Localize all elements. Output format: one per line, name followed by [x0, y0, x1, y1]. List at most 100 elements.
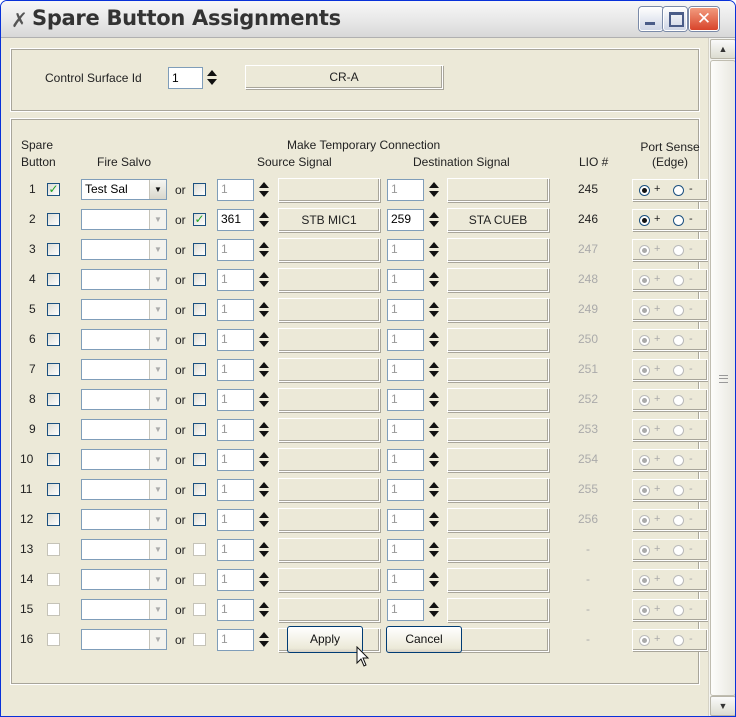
- salvo-checkbox[interactable]: [47, 243, 60, 256]
- sense-plus-radio[interactable]: [639, 635, 650, 646]
- source-spinner[interactable]: [256, 360, 273, 380]
- destination-id-input[interactable]: 1: [387, 449, 424, 471]
- sense-plus-radio[interactable]: [639, 185, 650, 196]
- destination-id-input[interactable]: 1: [387, 569, 424, 591]
- source-id-input[interactable]: 361: [217, 209, 254, 231]
- salvo-combo[interactable]: ▼: [81, 539, 167, 560]
- destination-id-input[interactable]: 1: [387, 179, 424, 201]
- source-spinner[interactable]: [256, 630, 273, 650]
- chevron-down-icon[interactable]: ▼: [149, 390, 166, 409]
- salvo-combo[interactable]: ▼: [81, 449, 167, 470]
- salvo-combo[interactable]: ▼: [81, 569, 167, 590]
- destination-id-input[interactable]: 1: [387, 299, 424, 321]
- scroll-down-icon[interactable]: ▼: [710, 696, 735, 716]
- destination-id-input[interactable]: 1: [387, 509, 424, 531]
- source-id-input[interactable]: 1: [217, 539, 254, 561]
- salvo-checkbox[interactable]: [47, 393, 60, 406]
- sense-minus-radio[interactable]: [673, 635, 684, 646]
- salvo-checkbox[interactable]: ✓: [47, 183, 60, 196]
- connection-checkbox[interactable]: [193, 333, 206, 346]
- destination-spinner[interactable]: [426, 180, 443, 200]
- destination-spinner[interactable]: [426, 570, 443, 590]
- sense-plus-radio[interactable]: [639, 425, 650, 436]
- apply-button[interactable]: Apply: [287, 626, 363, 653]
- sense-minus-radio[interactable]: [673, 545, 684, 556]
- sense-plus-radio[interactable]: [639, 545, 650, 556]
- sense-minus-radio[interactable]: [673, 365, 684, 376]
- source-id-input[interactable]: 1: [217, 569, 254, 591]
- source-spinner[interactable]: [256, 390, 273, 410]
- sense-minus-radio[interactable]: [673, 275, 684, 286]
- source-spinner[interactable]: [256, 210, 273, 230]
- source-id-input[interactable]: 1: [217, 389, 254, 411]
- sense-minus-radio[interactable]: [673, 395, 684, 406]
- sense-minus-radio[interactable]: [673, 335, 684, 346]
- chevron-down-icon[interactable]: ▼: [149, 420, 166, 439]
- source-id-input[interactable]: 1: [217, 449, 254, 471]
- sense-minus-radio[interactable]: [673, 455, 684, 466]
- destination-spinner[interactable]: [426, 390, 443, 410]
- sense-plus-radio[interactable]: [639, 335, 650, 346]
- salvo-checkbox[interactable]: [47, 513, 60, 526]
- destination-spinner[interactable]: [426, 540, 443, 560]
- source-spinner[interactable]: [256, 600, 273, 620]
- salvo-checkbox[interactable]: [47, 543, 60, 556]
- salvo-combo[interactable]: ▼: [81, 629, 167, 650]
- salvo-combo[interactable]: ▼: [81, 389, 167, 410]
- sense-plus-radio[interactable]: [639, 575, 650, 586]
- salvo-checkbox[interactable]: [47, 453, 60, 466]
- source-spinner[interactable]: [256, 480, 273, 500]
- source-spinner[interactable]: [256, 180, 273, 200]
- destination-spinner[interactable]: [426, 420, 443, 440]
- connection-checkbox[interactable]: [193, 303, 206, 316]
- chevron-down-icon[interactable]: ▼: [149, 360, 166, 379]
- chevron-down-icon[interactable]: ▼: [149, 270, 166, 289]
- connection-checkbox[interactable]: [193, 633, 206, 646]
- source-id-input[interactable]: 1: [217, 239, 254, 261]
- salvo-checkbox[interactable]: [47, 363, 60, 376]
- title-bar[interactable]: ✗ Spare Button Assignments ✕: [1, 1, 735, 38]
- sense-plus-radio[interactable]: [639, 215, 650, 226]
- chevron-down-icon[interactable]: ▼: [149, 330, 166, 349]
- connection-checkbox[interactable]: [193, 453, 206, 466]
- salvo-checkbox[interactable]: [47, 303, 60, 316]
- sense-minus-radio[interactable]: [673, 215, 684, 226]
- source-id-input[interactable]: 1: [217, 509, 254, 531]
- salvo-checkbox[interactable]: [47, 483, 60, 496]
- connection-checkbox[interactable]: [193, 273, 206, 286]
- chevron-down-icon[interactable]: ▼: [149, 600, 166, 619]
- source-spinner[interactable]: [256, 510, 273, 530]
- destination-spinner[interactable]: [426, 360, 443, 380]
- source-id-input[interactable]: 1: [217, 269, 254, 291]
- destination-id-input[interactable]: 259: [387, 209, 424, 231]
- salvo-combo[interactable]: ▼: [81, 509, 167, 530]
- sense-minus-radio[interactable]: [673, 245, 684, 256]
- source-spinner[interactable]: [256, 240, 273, 260]
- sense-minus-radio[interactable]: [673, 305, 684, 316]
- salvo-combo[interactable]: ▼: [81, 359, 167, 380]
- chevron-down-icon[interactable]: ▼: [149, 510, 166, 529]
- salvo-checkbox[interactable]: [47, 603, 60, 616]
- minimize-button[interactable]: [639, 7, 663, 31]
- sense-minus-radio[interactable]: [673, 425, 684, 436]
- destination-spinner[interactable]: [426, 330, 443, 350]
- destination-spinner[interactable]: [426, 480, 443, 500]
- control-surface-id-input[interactable]: 1: [168, 67, 203, 89]
- sense-plus-radio[interactable]: [639, 455, 650, 466]
- source-id-input[interactable]: 1: [217, 599, 254, 621]
- destination-id-input[interactable]: 1: [387, 479, 424, 501]
- sense-plus-radio[interactable]: [639, 275, 650, 286]
- salvo-combo[interactable]: ▼: [81, 479, 167, 500]
- salvo-combo[interactable]: ▼: [81, 299, 167, 320]
- destination-id-input[interactable]: 1: [387, 359, 424, 381]
- destination-spinner[interactable]: [426, 240, 443, 260]
- destination-id-input[interactable]: 1: [387, 269, 424, 291]
- source-id-input[interactable]: 1: [217, 479, 254, 501]
- sense-plus-radio[interactable]: [639, 365, 650, 376]
- connection-checkbox[interactable]: ✓: [193, 213, 206, 226]
- destination-id-input[interactable]: 1: [387, 419, 424, 441]
- maximize-button[interactable]: [663, 7, 687, 31]
- salvo-checkbox[interactable]: [47, 213, 60, 226]
- salvo-checkbox[interactable]: [47, 333, 60, 346]
- source-id-input[interactable]: 1: [217, 299, 254, 321]
